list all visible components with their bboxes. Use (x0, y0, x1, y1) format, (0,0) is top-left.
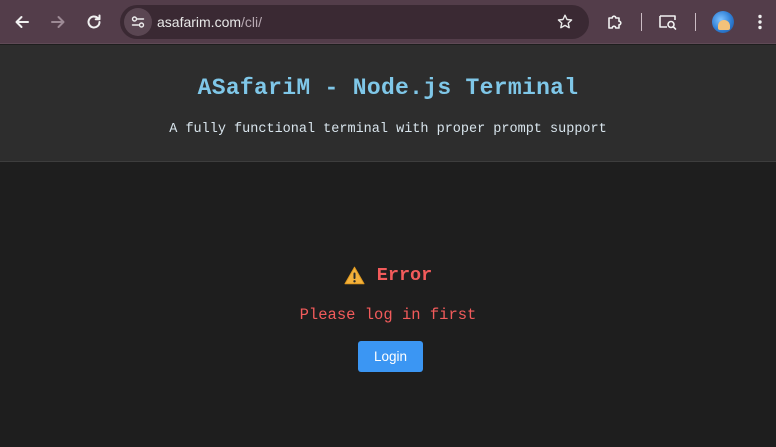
login-button[interactable]: Login (358, 341, 423, 372)
avatar[interactable] (712, 11, 734, 33)
page-subtitle: A fully functional terminal with proper … (0, 122, 776, 137)
url-domain: asafarim.com (157, 14, 241, 30)
toolbar-divider (641, 13, 642, 31)
error-title: Error (377, 265, 433, 286)
page-header: ASafariM - Node.js Terminal A fully func… (0, 45, 776, 162)
url-path: /cli/ (241, 14, 262, 30)
kebab-menu-icon (757, 13, 763, 31)
back-arrow-icon (13, 13, 31, 31)
star-icon (556, 13, 574, 31)
menu-button[interactable] (744, 6, 776, 38)
forward-arrow-icon (49, 13, 67, 31)
page-title: ASafariM - Node.js Terminal (0, 75, 776, 101)
browser-toolbar: asafarim.com/cli/ (0, 0, 776, 44)
back-button[interactable] (6, 6, 38, 38)
extensions-button[interactable] (599, 6, 631, 38)
reload-button[interactable] (78, 6, 110, 38)
puzzle-icon (606, 13, 624, 31)
warning-icon (344, 266, 365, 285)
forward-button[interactable] (42, 6, 74, 38)
error-heading: Error (0, 265, 776, 286)
tab-search-button[interactable] (652, 6, 684, 38)
url-text[interactable]: asafarim.com/cli/ (157, 5, 262, 39)
tune-icon (130, 14, 146, 30)
tab-search-icon (658, 13, 678, 31)
reload-icon (85, 13, 103, 31)
error-message: Please log in first (0, 306, 776, 324)
toolbar-divider (695, 13, 696, 31)
bookmark-button[interactable] (549, 6, 581, 38)
site-settings-button[interactable] (124, 8, 152, 36)
address-bar[interactable]: asafarim.com/cli/ (120, 5, 589, 39)
